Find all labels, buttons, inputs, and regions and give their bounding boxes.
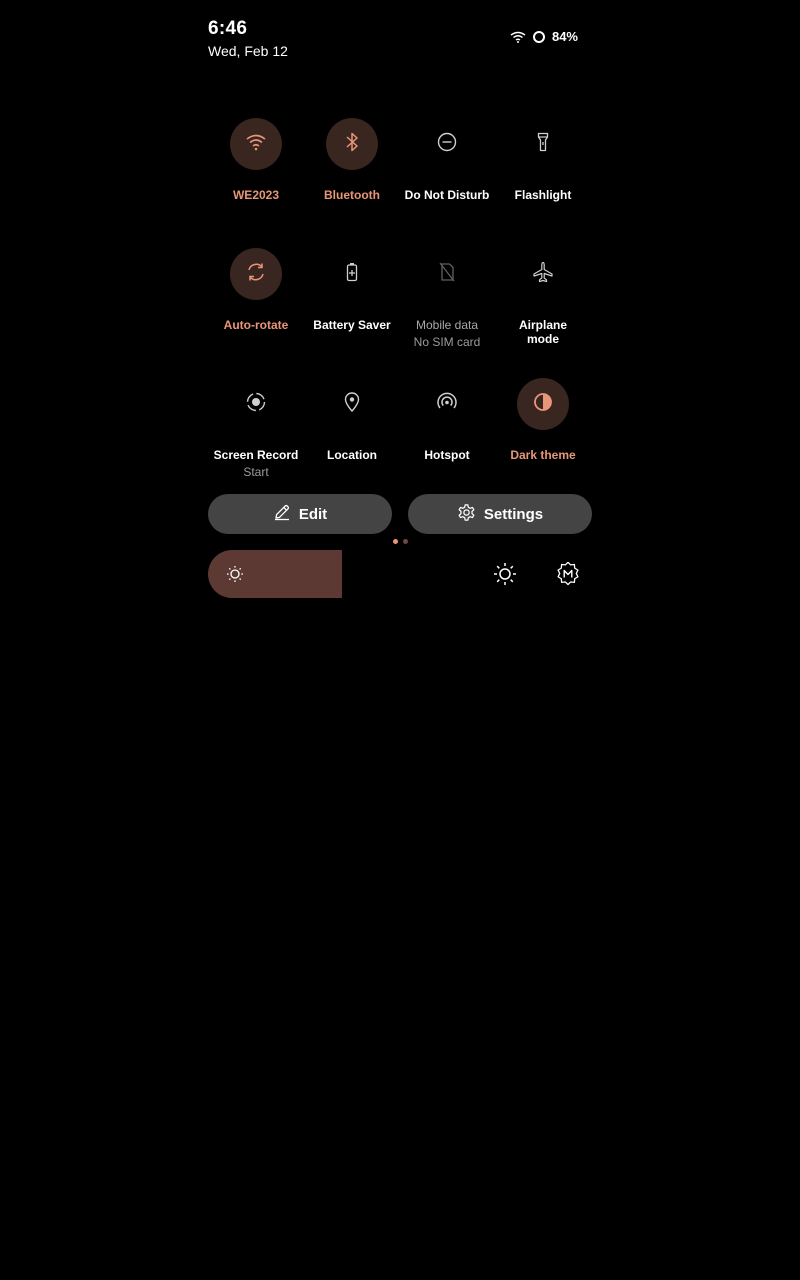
tile-do-not-disturb-button[interactable]	[421, 118, 473, 170]
tile-screen-record[interactable]: Screen Record Start	[208, 378, 304, 479]
edit-button[interactable]: Edit	[208, 494, 392, 534]
tile-mobile-data-label: Mobile data	[415, 318, 479, 332]
tile-flashlight[interactable]: Flashlight	[495, 118, 591, 202]
dark-theme-icon	[533, 392, 553, 417]
tile-flashlight-label: Flashlight	[514, 188, 572, 202]
settings-button-label: Settings	[483, 505, 544, 523]
tile-mobile-data-button[interactable]	[421, 248, 473, 300]
tile-wifi-label: WE2023	[232, 188, 280, 202]
tile-bluetooth-button[interactable]	[326, 118, 378, 170]
wifi-signal-icon	[510, 31, 526, 43]
tile-wifi[interactable]: WE2023	[208, 118, 304, 202]
auto-rotate-icon	[245, 261, 267, 288]
tile-do-not-disturb[interactable]: Do Not Disturb	[399, 118, 495, 202]
tile-screen-record-status: Start	[243, 465, 269, 479]
tile-battery-saver-label: Battery Saver	[313, 318, 391, 332]
tile-flashlight-button[interactable]	[517, 118, 569, 170]
tile-screen-record-label: Screen Record	[213, 448, 299, 462]
pencil-icon	[273, 503, 291, 525]
brightness-low-icon	[226, 565, 244, 583]
mobile-data-icon	[439, 262, 455, 287]
status-bar: 6:46 Wed, Feb 12 84%	[208, 18, 580, 62]
tile-auto-rotate[interactable]: Auto-rotate	[208, 248, 304, 332]
battery-ring-icon	[532, 30, 546, 44]
airplane-icon	[532, 261, 554, 288]
tile-hotspot[interactable]: Hotspot	[399, 378, 495, 462]
status-clock: 6:46	[208, 18, 248, 39]
tile-bluetooth-label: Bluetooth	[324, 188, 380, 202]
tile-hotspot-button[interactable]	[421, 378, 473, 430]
tile-mobile-data-status: No SIM card	[413, 335, 481, 349]
manual-brightness-icon[interactable]	[555, 561, 581, 587]
do-not-disturb-icon	[437, 132, 457, 157]
tile-mobile-data[interactable]: Mobile data No SIM card	[399, 248, 495, 349]
battery-saver-icon	[346, 262, 358, 287]
screen-record-icon	[245, 391, 267, 418]
flashlight-icon	[537, 132, 549, 157]
hotspot-icon	[436, 392, 458, 417]
tile-auto-rotate-button[interactable]	[230, 248, 282, 300]
bluetooth-icon	[345, 132, 359, 157]
tile-location-button[interactable]	[326, 378, 378, 430]
tile-dark-theme[interactable]: Dark theme	[495, 378, 591, 462]
brightness-sun-icon[interactable]	[492, 561, 518, 587]
tile-airplane-mode[interactable]: Airplane mode	[495, 248, 591, 346]
tile-airplane-mode-button[interactable]	[517, 248, 569, 300]
tile-battery-saver[interactable]: Battery Saver	[304, 248, 400, 332]
wifi-icon	[245, 133, 267, 156]
page-indicator	[393, 539, 408, 544]
tile-location[interactable]: Location	[304, 378, 400, 462]
page-dot-inactive	[403, 539, 408, 544]
tile-location-label: Location	[327, 448, 377, 462]
status-icons: 84%	[510, 29, 578, 44]
quick-settings-screen: 6:46 Wed, Feb 12 84% WE2023 Bluetooth Do…	[0, 0, 800, 1280]
tile-dark-theme-label: Dark theme	[510, 448, 576, 462]
gear-icon	[457, 503, 476, 526]
tile-hotspot-label: Hotspot	[424, 448, 470, 462]
page-dot-active	[393, 539, 398, 544]
edit-button-label: Edit	[298, 505, 328, 523]
tile-dark-theme-button[interactable]	[517, 378, 569, 430]
tile-wifi-button[interactable]	[230, 118, 282, 170]
tile-do-not-disturb-label: Do Not Disturb	[404, 188, 490, 202]
brightness-slider[interactable]	[208, 550, 342, 598]
tile-screen-record-button[interactable]	[230, 378, 282, 430]
tile-battery-saver-button[interactable]	[326, 248, 378, 300]
tile-auto-rotate-label: Auto-rotate	[223, 318, 289, 332]
settings-button[interactable]: Settings	[408, 494, 592, 534]
tile-airplane-mode-label: Airplane mode	[518, 318, 567, 346]
status-date: Wed, Feb 12	[208, 43, 288, 59]
location-icon	[344, 391, 360, 417]
battery-percent: 84%	[551, 29, 578, 44]
tile-bluetooth[interactable]: Bluetooth	[304, 118, 400, 202]
